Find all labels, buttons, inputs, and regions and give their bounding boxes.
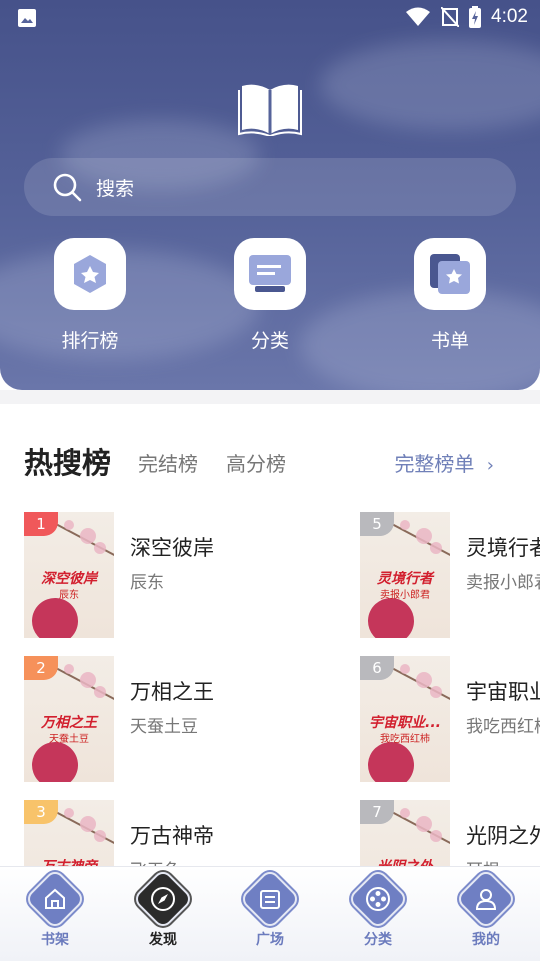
- quick-action-category[interactable]: 分类: [215, 238, 325, 353]
- wifi-icon: [406, 7, 431, 26]
- rank-badge: 2: [24, 656, 58, 680]
- status-bar: 4:02: [0, 0, 540, 36]
- book-title: 深空彼岸: [130, 536, 214, 560]
- quick-action-booklist[interactable]: 书单: [395, 238, 505, 353]
- nav-label: 书架: [41, 932, 69, 948]
- profile-badge: [454, 867, 518, 931]
- rank-badge: 7: [360, 800, 394, 824]
- cover-author: 我吃西红柿: [380, 734, 430, 745]
- tab-high-score[interactable]: 高分榜: [226, 448, 286, 477]
- nav-plaza[interactable]: 广场: [234, 867, 306, 949]
- quick-action-label: 分类: [250, 330, 289, 352]
- nav-discover[interactable]: 发现: [127, 867, 199, 949]
- compass-icon: [151, 887, 175, 911]
- book-ranking-list: 深空彼岸 辰东 1 深空彼岸 辰东 万相之王 天蚕土豆 2 万相之王 天蚕土豆 …: [0, 512, 540, 867]
- chevron-right-icon: ›: [486, 455, 494, 476]
- nav-label: 我的: [472, 932, 500, 948]
- book-item[interactable]: 光阴之外 7 光阴之外 耳根: [360, 800, 540, 867]
- booklist-icon: [430, 254, 470, 294]
- open-book-logo-icon: [238, 84, 302, 136]
- book-title: 光阴之外: [466, 824, 540, 848]
- search-icon: [53, 173, 82, 202]
- book-title: 万相之王: [130, 680, 214, 704]
- search-bar[interactable]: 搜索: [24, 158, 516, 216]
- nav-bookshelf[interactable]: 书架: [19, 867, 91, 949]
- header-banner: 4:02 搜索 排行榜 分类 书单: [0, 0, 540, 390]
- plaza-icon: [260, 890, 280, 909]
- book-cover: 光阴之外 7: [360, 800, 450, 867]
- book-author: 辰东: [130, 573, 164, 593]
- bookshelf-badge: [23, 867, 87, 931]
- book-cover: 宇宙职业... 我吃西红柿 6: [360, 656, 450, 782]
- quick-action-ranking[interactable]: 排行榜: [35, 238, 145, 353]
- book-author: 我吃西红柿: [466, 717, 540, 737]
- book-item[interactable]: 宇宙职业... 我吃西红柿 6 宇宙职业 我吃西红柿: [360, 656, 540, 784]
- battery-icon: [469, 6, 482, 28]
- category-icon: [366, 887, 390, 911]
- book-item[interactable]: 万古神帝 3 万古神帝 飞天鱼: [24, 800, 344, 867]
- category-icon: [249, 255, 291, 292]
- nav-profile[interactable]: 我的: [450, 867, 522, 949]
- category-tile[interactable]: [234, 238, 306, 310]
- cover-title: 万相之王: [41, 715, 97, 731]
- ranking-tile[interactable]: [54, 238, 126, 310]
- cover-author: 卖报小郎君: [380, 590, 430, 601]
- status-time: 4:02: [491, 6, 528, 27]
- cover-title: 宇宙职业...: [369, 715, 441, 731]
- bookshelf-icon: [45, 888, 65, 909]
- full-list-link[interactable]: 完整榜单 ›: [394, 448, 494, 477]
- search-placeholder: 搜索: [96, 177, 135, 200]
- nav-label: 广场: [256, 932, 284, 948]
- book-title: 万古神帝: [130, 824, 214, 848]
- cover-author: 辰东: [59, 590, 79, 601]
- profile-icon: [475, 889, 497, 910]
- ranking-tabs: 热搜榜 完结榜 高分榜 完整榜单 ›: [24, 438, 524, 482]
- book-item[interactable]: 深空彼岸 辰东 1 深空彼岸 辰东: [24, 512, 344, 640]
- quick-action-label: 书单: [430, 330, 469, 352]
- book-cover: 万古神帝 3: [24, 800, 114, 867]
- tab-hot-search[interactable]: 热搜榜: [24, 440, 111, 482]
- nav-category[interactable]: 分类: [342, 867, 414, 949]
- nav-label: 分类: [364, 932, 392, 948]
- rank-badge: 5: [360, 512, 394, 536]
- nav-label: 发现: [149, 932, 177, 948]
- section-divider: [0, 390, 540, 404]
- cover-author: 天蚕土豆: [49, 734, 89, 745]
- book-author: 卖报小郎君: [466, 573, 540, 593]
- book-item[interactable]: 万相之王 天蚕土豆 2 万相之王 天蚕土豆: [24, 656, 344, 784]
- bottom-navigation: 书架 发现 广场 分类 我的: [0, 866, 540, 961]
- book-cover: 万相之王 天蚕土豆 2: [24, 656, 114, 782]
- rank-badge: 1: [24, 512, 58, 536]
- booklist-tile[interactable]: [414, 238, 486, 310]
- tab-completed[interactable]: 完结榜: [138, 448, 198, 477]
- full-list-label: 完整榜单: [394, 452, 475, 476]
- no-signal-icon: [441, 7, 460, 27]
- quick-action-label: 排行榜: [61, 330, 119, 352]
- image-icon: [18, 9, 36, 27]
- book-item[interactable]: 灵境行者 卖报小郎君 5 灵境行者 卖报小郎君: [360, 512, 540, 640]
- book-title: 宇宙职业: [466, 680, 540, 704]
- book-author: 天蚕土豆: [130, 717, 198, 737]
- cloud-decoration: [320, 40, 540, 130]
- cover-title: 深空彼岸: [41, 571, 97, 587]
- book-cover: 深空彼岸 辰东 1: [24, 512, 114, 638]
- book-title: 灵境行者: [466, 536, 540, 560]
- rank-badge: 6: [360, 656, 394, 680]
- plaza-badge: [238, 867, 302, 931]
- compass-badge: [131, 867, 195, 931]
- ranking-icon: [74, 255, 106, 293]
- rank-badge: 3: [24, 800, 58, 824]
- cover-title: 灵境行者: [377, 571, 433, 587]
- book-cover: 灵境行者 卖报小郎君 5: [360, 512, 450, 638]
- category-badge: [346, 867, 410, 931]
